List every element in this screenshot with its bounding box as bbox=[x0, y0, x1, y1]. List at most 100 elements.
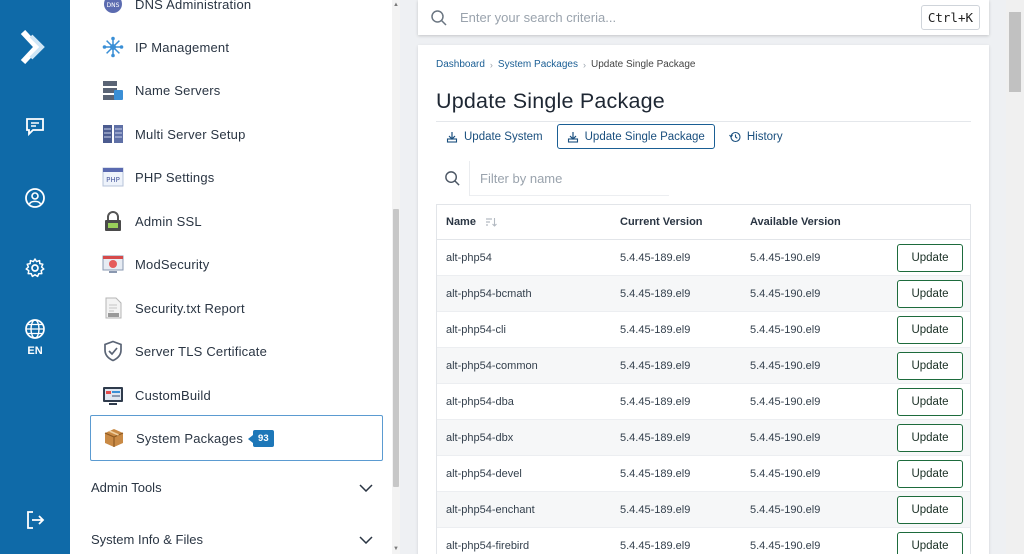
column-header-available-version: Available Version bbox=[750, 216, 841, 228]
table-row: alt-php54-dba 5.4.45-189.el9 5.4.45-190.el… bbox=[437, 384, 970, 420]
tab-update-single-package[interactable]: Update Single Package bbox=[556, 124, 715, 149]
modsecurity-icon bbox=[101, 252, 125, 276]
dns-icon: DNS bbox=[101, 0, 125, 16]
package-name-cell: alt-php54-dbx bbox=[446, 431, 514, 444]
menu-item-security-txt-report[interactable]: Security.txt Report bbox=[90, 286, 383, 330]
menu-item-admin-ssl[interactable]: Admin SSL bbox=[90, 199, 383, 243]
action-cell: Update bbox=[888, 495, 970, 524]
menu-item-label: Name Servers bbox=[135, 82, 221, 98]
section-label: Admin Tools bbox=[91, 479, 162, 495]
logout-icon[interactable] bbox=[22, 507, 48, 533]
menu-item-server-tls-certificate[interactable]: Server TLS Certificate bbox=[90, 329, 383, 373]
available-version-cell: 5.4.45-190.el9 bbox=[750, 467, 821, 480]
package-name-cell: alt-php54-cli bbox=[446, 323, 506, 336]
gear-icon[interactable] bbox=[22, 255, 48, 281]
update-button[interactable]: Update bbox=[897, 279, 963, 308]
network-icon bbox=[101, 35, 125, 59]
scroll-up-icon[interactable]: ▲ bbox=[393, 2, 399, 8]
sidebar-menu: DNS DNS Administration IP Management Nam… bbox=[70, 0, 400, 554]
action-cell: Update bbox=[888, 423, 970, 452]
breadcrumb-link-dashboard[interactable]: Dashboard bbox=[436, 59, 485, 70]
scrollbar-thumb[interactable] bbox=[1009, 12, 1021, 92]
menu-item-label: IP Management bbox=[135, 39, 230, 55]
update-button[interactable]: Update bbox=[897, 387, 963, 416]
table-row: alt-php54-common 5.4.45-189.el9 5.4.45-190… bbox=[437, 348, 970, 384]
menu-item-label: PHP Settings bbox=[135, 169, 215, 185]
user-icon[interactable] bbox=[22, 185, 48, 211]
available-version-cell: 5.4.45-190.el9 bbox=[750, 431, 821, 444]
package-update-icon bbox=[446, 131, 458, 143]
menu-item-php-settings[interactable]: PHP PHP Settings bbox=[90, 155, 383, 199]
packages-table: Name Current Version Available Version a… bbox=[436, 204, 971, 554]
multi-server-icon bbox=[101, 122, 125, 146]
page-title: Update Single Package bbox=[436, 89, 665, 113]
table-row: alt-php54-dbx 5.4.45-189.el9 5.4.45-190.el… bbox=[437, 420, 970, 456]
tab-history[interactable]: History bbox=[719, 124, 793, 149]
table-row: alt-php54-cli 5.4.45-189.el9 5.4.45-190.el… bbox=[437, 312, 970, 348]
section-system-info-files[interactable]: System Info & Files bbox=[91, 527, 373, 551]
svg-text:DNS: DNS bbox=[107, 2, 120, 9]
section-label: System Info & Files bbox=[91, 531, 203, 547]
chat-icon[interactable] bbox=[22, 114, 48, 140]
scroll-down-icon[interactable]: ▼ bbox=[393, 546, 399, 552]
page-tabs: Update System Update Single Package Hist… bbox=[436, 124, 797, 149]
filter-underline bbox=[470, 195, 669, 196]
action-cell: Update bbox=[888, 351, 970, 380]
brand-logo-icon[interactable] bbox=[17, 29, 53, 65]
update-button[interactable]: Update bbox=[897, 351, 963, 380]
available-version-cell: 5.4.45-190.el9 bbox=[750, 503, 821, 516]
sort-icon[interactable] bbox=[485, 217, 497, 227]
search-icon bbox=[430, 9, 448, 27]
current-version-cell: 5.4.45-189.el9 bbox=[620, 503, 691, 516]
update-button[interactable]: Update bbox=[897, 459, 963, 488]
shield-icon bbox=[101, 339, 125, 363]
tab-update-system[interactable]: Update System bbox=[436, 124, 553, 149]
custombuild-icon bbox=[101, 383, 125, 407]
chevron-down-icon bbox=[359, 480, 373, 495]
globe-icon[interactable] bbox=[22, 316, 48, 342]
table-row: alt-php54-firebird 5.4.45-189.el9 5.4.45-1… bbox=[437, 528, 970, 554]
package-name-cell: alt-php54-devel bbox=[446, 467, 522, 480]
table-row: alt-php54-devel 5.4.45-189.el9 5.4.45-190.… bbox=[437, 456, 970, 492]
available-version-cell: 5.4.45-190.el9 bbox=[750, 251, 821, 264]
breadcrumb-current: Update Single Package bbox=[590, 59, 696, 70]
sidebar-scrollbar[interactable]: ▲ ▼ bbox=[392, 0, 400, 554]
name-filter bbox=[436, 161, 669, 196]
history-icon bbox=[728, 131, 741, 143]
column-header-name[interactable]: Name bbox=[437, 216, 620, 228]
menu-item-ip-management[interactable]: IP Management bbox=[90, 25, 383, 69]
update-button[interactable]: Update bbox=[897, 243, 963, 272]
current-version-cell: 5.4.45-189.el9 bbox=[620, 251, 691, 264]
menu-item-modsecurity[interactable]: ModSecurity bbox=[90, 242, 383, 286]
section-admin-tools[interactable]: Admin Tools bbox=[91, 475, 373, 499]
package-update-icon bbox=[567, 131, 579, 143]
action-cell: Update bbox=[888, 459, 970, 488]
action-cell: Update bbox=[888, 243, 970, 272]
search-icon bbox=[436, 161, 470, 196]
breadcrumb: Dashboard › System Packages › Update Sin… bbox=[436, 59, 696, 70]
menu-item-system-packages[interactable]: System Packages 93 bbox=[90, 415, 383, 461]
action-cell: Update bbox=[888, 387, 970, 416]
menu-item-multi-server-setup[interactable]: Multi Server Setup bbox=[90, 112, 383, 156]
menu-item-custombuild[interactable]: CustomBuild bbox=[90, 373, 383, 417]
filter-input[interactable] bbox=[480, 171, 660, 186]
package-name-cell: alt-php54-firebird bbox=[446, 539, 530, 552]
page-scrollbar[interactable] bbox=[1006, 0, 1024, 554]
update-button[interactable]: Update bbox=[897, 531, 963, 554]
breadcrumb-link-system-packages[interactable]: System Packages bbox=[498, 59, 578, 70]
menu-item-dns-administration[interactable]: DNS DNS Administration bbox=[90, 0, 383, 26]
menu-item-label: Security.txt Report bbox=[135, 300, 245, 316]
menu-item-name-servers[interactable]: Name Servers bbox=[90, 68, 383, 112]
tab-label: Update Single Package bbox=[584, 130, 705, 143]
global-search-bar: Ctrl+K bbox=[418, 0, 989, 35]
breadcrumb-separator-icon: › bbox=[582, 59, 586, 70]
current-version-cell: 5.4.45-189.el9 bbox=[620, 287, 691, 300]
language-label[interactable]: EN bbox=[20, 345, 50, 357]
update-button[interactable]: Update bbox=[897, 495, 963, 524]
search-input[interactable] bbox=[460, 10, 900, 25]
update-button[interactable]: Update bbox=[897, 423, 963, 452]
scrollbar-thumb[interactable] bbox=[393, 209, 399, 487]
current-version-cell: 5.4.45-189.el9 bbox=[620, 395, 691, 408]
update-button[interactable]: Update bbox=[897, 315, 963, 344]
action-cell: Update bbox=[888, 279, 970, 308]
